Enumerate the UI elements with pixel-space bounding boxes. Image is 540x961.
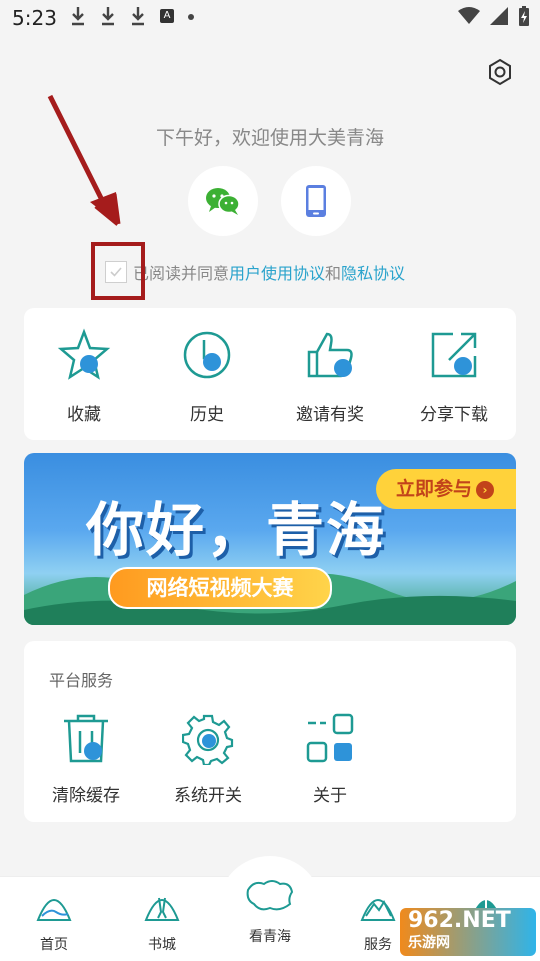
download-icon: [130, 6, 146, 26]
qinghai-map-icon: [246, 880, 294, 911]
agreement-row: 已阅读并同意 用户使用协议 和 隐私协议: [105, 260, 405, 284]
clock-icon: [183, 331, 231, 379]
clear-cache-label: 清除缓存: [52, 786, 120, 806]
status-bar: 5:23 A: [0, 0, 540, 36]
system-switch-button[interactable]: 系统开关: [158, 713, 258, 806]
site-watermark: 962.NET 乐游网: [400, 908, 536, 956]
phone-login-button[interactable]: [281, 166, 351, 236]
nav-see-qinghai-label: 看青海: [249, 929, 291, 945]
annotation-box: [91, 242, 145, 300]
services-mountain-icon: [360, 899, 396, 921]
invite-label: 邀请有奖: [296, 405, 364, 425]
favorites-button[interactable]: 收藏: [34, 328, 134, 425]
signal-icon: [490, 7, 508, 25]
chevron-right-icon: ›: [476, 480, 495, 499]
status-time: 5:23: [12, 6, 57, 30]
nav-see-qinghai[interactable]: 看青海: [230, 876, 310, 946]
thumbs-up-icon: [307, 332, 353, 378]
history-button[interactable]: 历史: [157, 328, 257, 425]
annotation-arrow: [47, 94, 121, 226]
wechat-login-button[interactable]: [188, 166, 258, 236]
nav-home[interactable]: 首页: [14, 886, 94, 954]
share-label: 分享下载: [420, 405, 488, 425]
invite-button[interactable]: 邀请有奖: [280, 328, 380, 425]
a-notification-icon: A: [160, 9, 174, 23]
trash-icon: [64, 714, 108, 763]
share-icon: [431, 332, 477, 378]
watermark-main: 962.NET: [408, 908, 511, 933]
banner-subtitle: 网络短视频大赛: [108, 567, 332, 609]
star-icon: [57, 328, 111, 380]
join-now-label: 立即参与: [396, 478, 473, 500]
agreement-prefix: 已阅读并同意: [133, 264, 230, 283]
banner-title: 你好，青海: [86, 496, 387, 564]
watermark-sub: 乐游网: [408, 935, 450, 951]
privacy-agreement-link[interactable]: 隐私协议: [341, 260, 405, 284]
services-title: 平台服务: [49, 671, 114, 690]
history-label: 历史: [190, 405, 224, 425]
favorites-label: 收藏: [67, 405, 101, 425]
notification-icons: A: [70, 6, 194, 26]
phone-icon: [306, 185, 326, 217]
nav-home-label: 首页: [40, 937, 68, 953]
gear-icon: [181, 714, 234, 767]
greeting-text: 下午好，欢迎使用大美青海: [155, 127, 384, 149]
user-agreement-link[interactable]: 用户使用协议: [229, 260, 325, 284]
home-mountain-icon: [36, 899, 72, 921]
platform-services-card: 平台服务 清除缓存 系统开关 关于: [24, 641, 516, 822]
download-icon: [100, 6, 116, 26]
agreement-and: 和: [325, 264, 342, 283]
promo-banner[interactable]: 你好，青海 网络短视频大赛 立即参与 ›: [24, 453, 516, 625]
download-icon: [70, 6, 86, 26]
quick-actions-card: 收藏 历史 邀请有奖 分享下载: [24, 308, 516, 440]
battery-icon: [519, 6, 529, 26]
join-now-button[interactable]: 立即参与 ›: [376, 469, 516, 509]
nav-bookstore[interactable]: 书城: [122, 886, 202, 954]
system-icons: [458, 6, 530, 26]
about-button[interactable]: 关于: [280, 713, 380, 806]
system-switch-label: 系统开关: [174, 786, 242, 806]
wifi-icon: [458, 7, 480, 24]
nav-bookstore-label: 书城: [148, 937, 176, 953]
clear-cache-button[interactable]: 清除缓存: [36, 713, 136, 806]
wechat-icon: [206, 188, 240, 215]
bookstore-antelope-icon: [144, 897, 180, 921]
more-notifications-dot: [188, 14, 194, 20]
about-label: 关于: [313, 786, 347, 806]
share-button[interactable]: 分享下载: [404, 328, 504, 425]
grid-icon: [306, 713, 354, 763]
settings-gear-icon[interactable]: [486, 58, 514, 86]
